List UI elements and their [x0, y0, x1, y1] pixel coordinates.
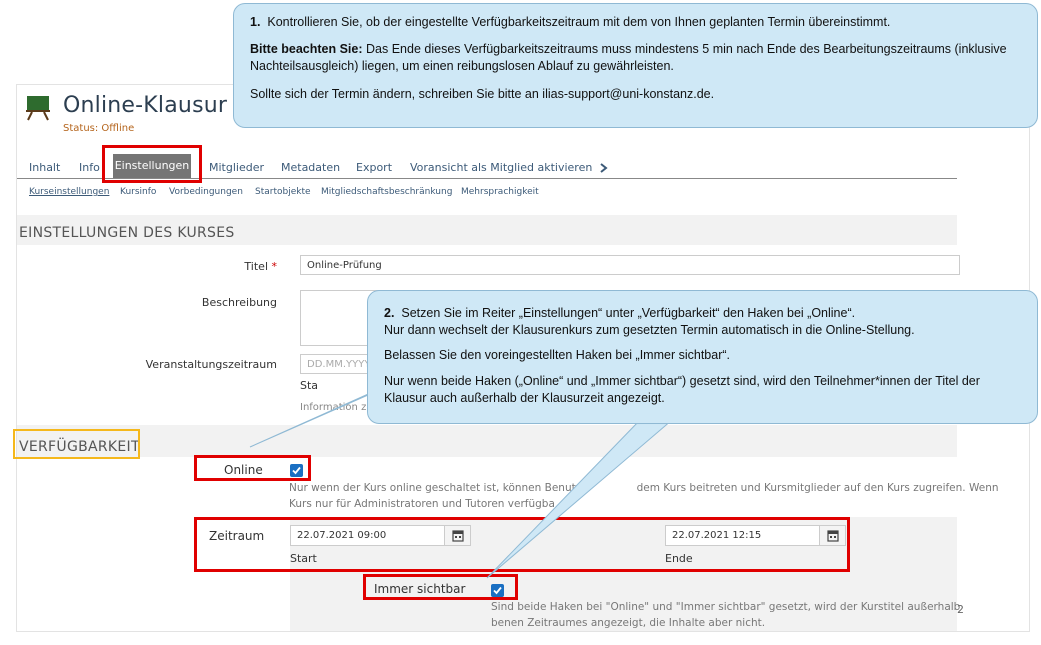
event-info-text: Information z — [300, 402, 367, 413]
title-input[interactable]: Online-Prüfung — [300, 255, 960, 275]
online-info-line1: Nur wenn der Kurs online geschaltet ist,… — [289, 482, 999, 494]
event-start-label: Sta — [300, 379, 319, 392]
subtab-startobjekte[interactable]: Startobjekte — [255, 187, 311, 197]
highlight-online — [194, 455, 311, 481]
callout-step-1: 1. Kontrollieren Sie, ob der eingestellt… — [233, 3, 1038, 128]
subtab-vorbedingungen[interactable]: Vorbedingungen — [169, 187, 243, 197]
online-info-line2: Kurs nur für Administratoren und Tutoren… — [289, 498, 555, 510]
subtab-kurseinstellungen[interactable]: Kurseinstellungen — [29, 187, 109, 197]
course-status: Status: Offline — [63, 123, 135, 134]
highlight-period — [194, 517, 850, 572]
event-period-label: Veranstaltungszeitraum — [145, 358, 277, 371]
cut-off-char: 2 — [957, 603, 964, 616]
tab-mitglieder[interactable]: Mitglieder — [209, 161, 264, 174]
callout-step-2: 2. Setzen Sie im Reiter „Einstellungen“ … — [367, 290, 1038, 424]
settings-heading: EINSTELLUNGEN DES KURSES — [19, 225, 235, 241]
highlight-einstellungen-tab — [102, 145, 202, 183]
tab-metadaten[interactable]: Metadaten — [281, 161, 340, 174]
tab-export[interactable]: Export — [356, 161, 392, 174]
title-label: Titel * — [244, 260, 277, 273]
description-label: Beschreibung — [201, 296, 277, 309]
visible-info-line2: benen Zeitraumes angezeigt, die Inhalte … — [491, 617, 766, 629]
chevron-right-icon[interactable] — [600, 163, 608, 173]
tab-inhalt[interactable]: Inhalt — [29, 161, 60, 174]
highlight-availability-heading — [13, 429, 140, 459]
subtab-mehrsprachigkeit[interactable]: Mehrsprachigkeit — [461, 187, 539, 197]
course-title: Online-Klausur — [63, 93, 228, 118]
course-board-icon — [26, 96, 50, 121]
tab-info[interactable]: Info — [79, 161, 100, 174]
subtab-mitgliedschaftsbeschraenkung[interactable]: Mitgliedschaftsbeschränkung — [321, 187, 452, 197]
highlight-always-visible — [363, 574, 518, 600]
tab-voransicht[interactable]: Voransicht als Mitglied aktivieren — [410, 161, 592, 174]
subtab-kursinfo[interactable]: Kursinfo — [120, 187, 156, 197]
visible-info-line1: Sind beide Haken bei "Online" und "Immer… — [491, 601, 961, 613]
availability-header-bar — [17, 425, 957, 457]
